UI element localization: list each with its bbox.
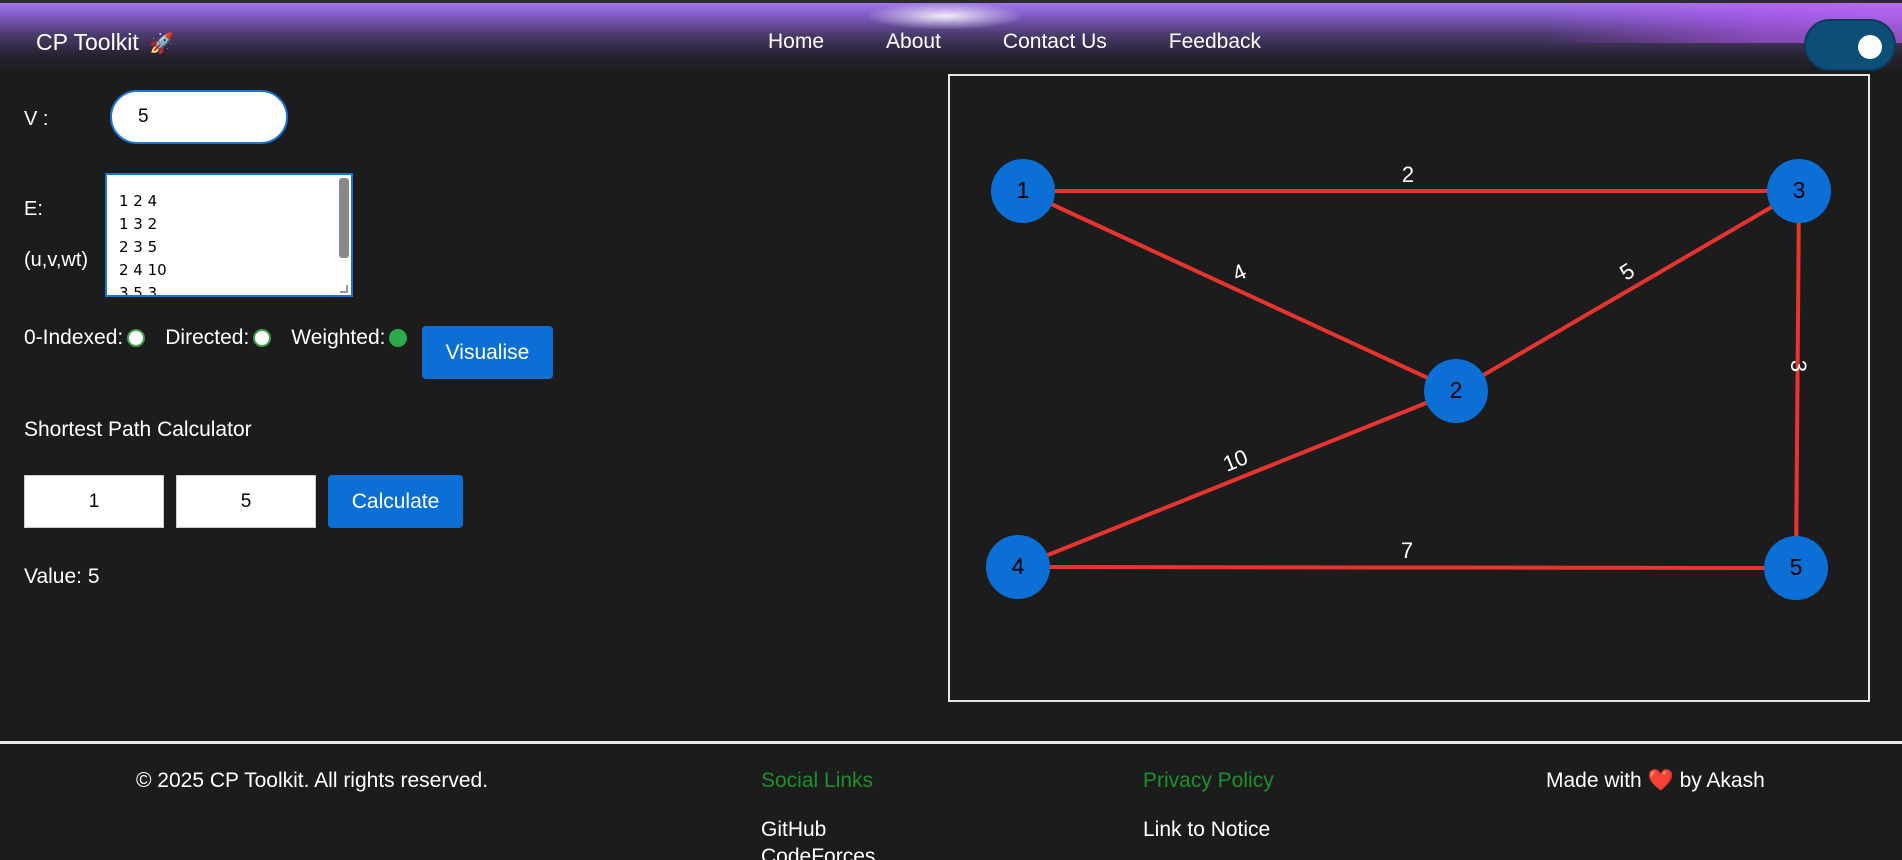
edge-line: 2 4 10 [119, 261, 167, 279]
graph-canvas[interactable]: 2 4 5 3 10 7 1 2 3 4 5 [948, 74, 1870, 702]
graph-node-label: 2 [1450, 377, 1463, 403]
edge-weight-label: 5 [1615, 258, 1639, 286]
codeforces-link[interactable]: CodeForces [761, 845, 875, 860]
options-row: 0-Indexed: Directed: Weighted: [24, 326, 427, 350]
graph-edge [1022, 189, 1457, 393]
directed-label: Directed: [165, 326, 250, 349]
shortest-path-title: Shortest Path Calculator [24, 418, 252, 441]
e-label: E: [24, 198, 43, 220]
privacy-notice-link[interactable]: Link to Notice [1143, 818, 1270, 842]
theme-toggle[interactable] [1804, 19, 1896, 71]
directed-option[interactable]: Directed: [165, 326, 272, 350]
nav-home[interactable]: Home [768, 30, 824, 54]
target-node-input[interactable]: 5 [176, 475, 316, 528]
edge-format-label: (u,v,wt) [24, 249, 89, 271]
weighted-radio[interactable] [389, 329, 408, 347]
nav-contact-us[interactable]: Contact Us [1003, 30, 1107, 54]
toggle-knob [1858, 35, 1882, 59]
zero-indexed-option[interactable]: 0-Indexed: [24, 326, 146, 350]
v-label: V : [24, 108, 49, 130]
brand-logo[interactable]: CP Toolkit 🚀 [36, 29, 174, 56]
made-with-prefix: Made with [1546, 769, 1642, 792]
made-with-credit: Made with ❤️ by Akash [1546, 769, 1765, 793]
edge-weight-label: 4 [1228, 259, 1250, 287]
graph-node-label: 1 [1017, 177, 1030, 203]
graph-svg: 2 4 5 3 10 7 1 2 3 4 5 [986, 159, 1831, 600]
vertex-count-input[interactable] [110, 90, 288, 144]
graph-edge [1454, 189, 1801, 393]
edges-textarea[interactable]: 1 2 4 1 3 2 2 3 5 2 4 10 3 5 3 [105, 173, 353, 297]
graph-node-label: 5 [1790, 554, 1803, 580]
calculate-button[interactable]: Calculate [328, 475, 463, 528]
graph-edge [1017, 565, 1797, 570]
edge-line: 1 3 2 [119, 215, 158, 233]
directed-radio[interactable] [253, 329, 272, 347]
edge-weight-label: 7 [1401, 538, 1413, 563]
nav-feedback[interactable]: Feedback [1169, 30, 1261, 54]
graph-node-label: 4 [1012, 553, 1025, 579]
resize-handle-icon[interactable] [340, 285, 348, 293]
zero-indexed-radio[interactable] [127, 329, 146, 347]
graph-edge [1017, 389, 1457, 569]
brand-name: CP Toolkit [36, 29, 139, 55]
textarea-scrollbar[interactable] [339, 178, 349, 258]
visualise-button[interactable]: Visualise [422, 326, 553, 379]
edge-weight-label: 10 [1219, 444, 1251, 476]
heart-icon: ❤️ [1647, 769, 1674, 792]
navbar: CP Toolkit 🚀 Home About Contact Us Feedb… [0, 0, 1902, 74]
zero-indexed-label: 0-Indexed: [24, 326, 124, 349]
weighted-option[interactable]: Weighted: [291, 326, 408, 350]
edge-line: 3 5 3 [119, 284, 158, 297]
privacy-policy-title: Privacy Policy [1143, 769, 1274, 792]
graph-node-label: 3 [1793, 177, 1806, 203]
github-link[interactable]: GitHub [761, 818, 826, 842]
graph-edge [1794, 190, 1801, 569]
source-node-input[interactable]: 1 [24, 475, 164, 528]
nav-links: Home About Contact Us Feedback [768, 30, 1261, 54]
edge-line: 1 2 4 [119, 192, 158, 210]
weighted-label: Weighted: [291, 326, 386, 349]
copyright-text: © 2025 CP Toolkit. All rights reserved. [136, 769, 489, 792]
edge-weight-label: 2 [1402, 162, 1414, 187]
rocket-icon: 🚀 [149, 33, 174, 55]
footer-divider [0, 741, 1902, 744]
nav-about[interactable]: About [886, 30, 941, 54]
made-with-suffix: by Akash [1679, 769, 1765, 792]
shortest-path-result: Value: 5 [24, 565, 100, 588]
edge-weight-label: 3 [1786, 360, 1811, 372]
social-links-title: Social Links [761, 769, 874, 792]
edge-line: 2 3 5 [119, 238, 158, 256]
